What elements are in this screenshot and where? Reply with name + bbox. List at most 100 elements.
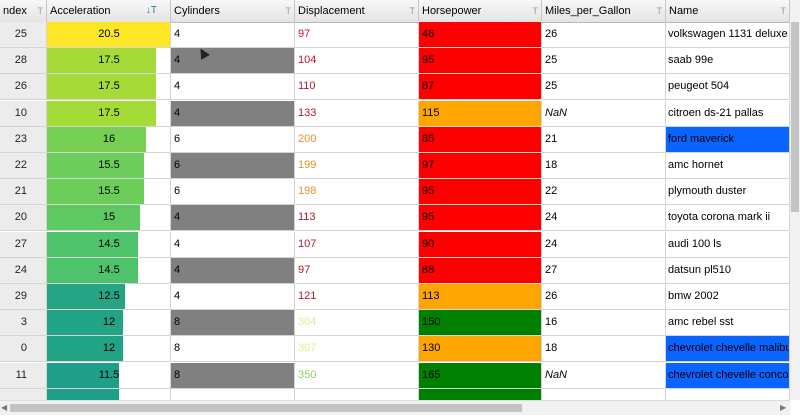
cell-name[interactable]: audi 100 ls [666,231,790,257]
cell-displacement[interactable]: 133 [295,100,419,126]
cell-name[interactable] [666,388,790,400]
cell-mpg[interactable]: NaN [542,362,666,388]
table-row[interactable]: 26 17.5 4 110 87 25 peugeot 504 [0,74,790,101]
table-row[interactable]: 20 15 4 113 95 24 toyota corona mark ii [0,205,790,232]
cell-mpg[interactable]: 16 [542,310,666,336]
cell-index[interactable]: 26 [0,74,47,100]
cell-acceleration[interactable] [47,388,171,400]
cell-cylinders[interactable]: 8 [171,310,295,336]
filter-icon[interactable]: T [781,0,787,22]
cell-name[interactable]: toyota corona mark ii [666,205,790,231]
cell-mpg[interactable]: 26 [542,22,666,47]
cell-index[interactable]: 25 [0,22,47,47]
cell-horsepower[interactable]: 87 [419,74,542,100]
cell-acceleration[interactable]: 17.5 [47,100,171,126]
table-row[interactable]: 23 16 6 200 85 21 ford maverick [0,126,790,153]
table-row[interactable]: 10 17.5 4 133 115 NaN citroen ds-21 pallas [0,100,790,127]
cell-cylinders[interactable]: 4 [171,257,295,283]
cell-mpg[interactable]: 18 [542,336,666,362]
cell-displacement[interactable]: 199 [295,153,419,178]
header-index[interactable]: ndex T [0,0,47,22]
cell-name[interactable]: chevrolet chevelle concours [666,362,790,388]
cell-displacement[interactable]: 107 [295,231,419,257]
cell-displacement[interactable]: 97 [295,257,419,283]
cell-name[interactable]: amc hornet [666,153,790,178]
cell-displacement[interactable]: 198 [295,179,419,205]
filter-icon[interactable]: T [410,0,416,22]
cell-acceleration[interactable]: 11.5 [47,362,171,388]
cell-name[interactable]: ford maverick [666,126,790,152]
cell-cylinders[interactable]: 4 [171,22,295,47]
cell-cylinders[interactable]: 4 [171,284,295,309]
cell-acceleration[interactable]: 15 [47,205,171,231]
cell-index[interactable]: 22 [0,153,47,178]
table-row[interactable]: 24 14.5 4 97 88 27 datsun pl510 [0,257,790,284]
table-row[interactable]: 11 11.5 8 350 165 NaN chevrolet chevelle conco… [0,362,790,389]
cell-acceleration[interactable]: 17.5 [47,74,171,100]
cell-mpg[interactable]: NaN [542,100,666,126]
table-row[interactable]: 27 14.5 4 107 90 24 audi 100 ls [0,231,790,258]
cell-acceleration[interactable]: 15.5 [47,179,171,205]
cell-name[interactable]: volkswagen 1131 deluxe sedan [666,22,790,47]
table-row[interactable]: 29 12.5 4 121 113 26 bmw 2002 [0,284,790,310]
cell-displacement[interactable] [295,388,419,400]
cell-horsepower[interactable]: 97 [419,153,542,178]
cell-acceleration[interactable]: 20.5 [47,22,171,47]
sort-descending-icon[interactable]: ↓T [146,0,157,22]
cell-mpg[interactable]: 26 [542,284,666,309]
cell-horsepower[interactable]: 46 [419,22,542,47]
cell-horsepower[interactable]: 130 [419,336,542,362]
cell-displacement[interactable]: 350 [295,362,419,388]
table-row[interactable]: 21 15.5 6 198 95 22 plymouth duster [0,179,790,206]
table-row[interactable]: 3 12 8 304 150 16 amc rebel sst [0,310,790,337]
cell-displacement[interactable]: 121 [295,284,419,309]
cell-cylinders[interactable]: 8 [171,362,295,388]
cell-horsepower[interactable]: 165 [419,362,542,388]
cell-acceleration[interactable]: 17.5 [47,48,171,74]
scroll-left-icon[interactable]: ◀ [1,403,7,412]
cell-horsepower[interactable]: 85 [419,126,542,152]
table-row[interactable]: 0 12 8 307 130 18 chevrolet chevelle malibu [0,336,790,363]
cell-horsepower[interactable]: 95 [419,179,542,205]
cell-horsepower[interactable]: 113 [419,284,542,309]
cell-displacement[interactable]: 110 [295,74,419,100]
cell-acceleration[interactable]: 16 [47,126,171,152]
cell-horsepower[interactable]: 150 [419,310,542,336]
cell-index[interactable]: 29 [0,284,47,309]
cell-index[interactable]: 10 [0,100,47,126]
cell-cylinders[interactable]: 6 [171,153,295,178]
cell-horsepower[interactable]: 115 [419,100,542,126]
cell-acceleration[interactable]: 12 [47,310,171,336]
cell-cylinders[interactable]: 4 [171,48,295,74]
cell-mpg[interactable]: 24 [542,231,666,257]
vertical-scroll-thumb[interactable] [791,22,799,212]
horizontal-scroll-thumb[interactable] [10,404,522,412]
cell-acceleration[interactable]: 14.5 [47,257,171,283]
cell-displacement[interactable]: 304 [295,310,419,336]
cell-name[interactable]: datsun pl510 [666,257,790,283]
cell-acceleration[interactable]: 14.5 [47,231,171,257]
cell-index[interactable]: 0 [0,336,47,362]
cell-index[interactable]: 11 [0,362,47,388]
cell-name[interactable]: plymouth duster [666,179,790,205]
cell-cylinders[interactable]: 6 [171,126,295,152]
table-row[interactable]: 22 15.5 6 199 97 18 amc hornet [0,153,790,179]
cell-mpg[interactable]: 25 [542,48,666,74]
cell-cylinders[interactable]: 6 [171,179,295,205]
header-acceleration[interactable]: Acceleration ↓T [47,0,171,22]
filter-icon[interactable]: T [38,0,44,22]
cell-displacement[interactable]: 97 [295,22,419,47]
cell-horsepower[interactable]: 95 [419,205,542,231]
cell-name[interactable]: chevrolet chevelle malibu [666,336,790,362]
cell-name[interactable]: peugeot 504 [666,74,790,100]
cell-index[interactable]: 27 [0,231,47,257]
cell-cylinders[interactable] [171,388,295,400]
filter-icon[interactable]: T [286,0,292,22]
header-displacement[interactable]: Displacement T [295,0,419,22]
header-cylinders[interactable]: Cylinders T [171,0,295,22]
cell-displacement[interactable]: 200 [295,126,419,152]
cell-horsepower[interactable] [419,388,542,400]
cell-index[interactable] [0,388,47,400]
filter-icon[interactable]: T [657,0,663,22]
cell-mpg[interactable]: 27 [542,257,666,283]
